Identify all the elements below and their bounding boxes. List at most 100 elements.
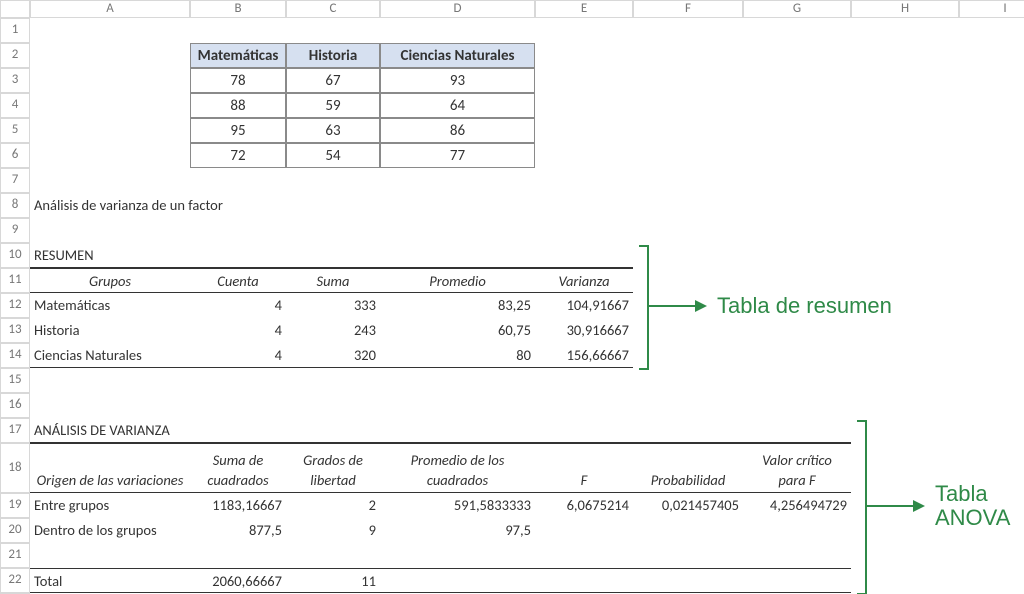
summary-value[interactable]: 243	[286, 318, 380, 343]
summary-value[interactable]: 4	[190, 318, 286, 343]
anova-header[interactable]: Grados de libertad	[286, 443, 380, 493]
row-header-8[interactable]: 8	[0, 193, 30, 218]
summary-header[interactable]: Promedio	[380, 268, 535, 293]
anova-title[interactable]: Análisis de varianza de un factor	[30, 193, 535, 218]
anova-total-value[interactable]: 2060,66667	[190, 568, 286, 593]
data-table-header[interactable]: Ciencias Naturales	[380, 43, 535, 68]
data-table-cell[interactable]: 88	[190, 93, 286, 118]
row-header-17[interactable]: 17	[0, 418, 30, 443]
data-table-cell[interactable]: 63	[286, 118, 380, 143]
column-header-A[interactable]: A	[30, 0, 190, 18]
row-header-5[interactable]: 5	[0, 118, 30, 143]
data-table-cell[interactable]: 54	[286, 143, 380, 168]
row-header-4[interactable]: 4	[0, 93, 30, 118]
anova-value[interactable]: 1183,16667	[190, 493, 286, 518]
data-table-header[interactable]: Historia	[286, 43, 380, 68]
row-header-16[interactable]: 16	[0, 393, 30, 418]
data-table-cell[interactable]: 77	[380, 143, 535, 168]
summary-group[interactable]: Matemáticas	[30, 293, 190, 318]
anova-value[interactable]: 0,021457405	[633, 493, 743, 518]
resumen-heading[interactable]: RESUMEN	[30, 243, 633, 268]
column-header-H[interactable]: H	[851, 0, 959, 18]
row-header-18[interactable]: 18	[0, 443, 30, 493]
anova-header[interactable]: Suma de cuadrados	[190, 443, 286, 493]
data-table-header[interactable]: Matemáticas	[190, 43, 286, 68]
row-header-22[interactable]: 22	[0, 568, 30, 593]
row-header-21[interactable]: 21	[0, 543, 30, 568]
row-header-15[interactable]: 15	[0, 368, 30, 393]
summary-header[interactable]: Suma	[286, 268, 380, 293]
annotation-arrow-line	[647, 305, 697, 308]
anova-total-value[interactable]: 11	[286, 568, 380, 593]
summary-value[interactable]: 4	[190, 293, 286, 318]
data-table-cell[interactable]: 93	[380, 68, 535, 93]
annotation-bracket-anova	[857, 420, 867, 594]
row-header-10[interactable]: 10	[0, 243, 30, 268]
data-table-cell[interactable]: 78	[190, 68, 286, 93]
anova-value[interactable]: 877,5	[190, 518, 286, 543]
anova-total-value[interactable]	[743, 568, 851, 593]
summary-value[interactable]: 4	[190, 343, 286, 368]
column-header-F[interactable]: F	[633, 0, 743, 18]
anova-heading[interactable]: ANÁLISIS DE VARIANZA	[30, 418, 851, 443]
column-header-E[interactable]: E	[535, 0, 633, 18]
summary-value[interactable]: 83,25	[380, 293, 535, 318]
summary-value[interactable]: 156,66667	[535, 343, 633, 368]
anova-value[interactable]: 97,5	[380, 518, 535, 543]
summary-value[interactable]: 60,75	[380, 318, 535, 343]
row-header-7[interactable]: 7	[0, 168, 30, 193]
anova-total-value[interactable]	[535, 568, 633, 593]
row-header-3[interactable]: 3	[0, 68, 30, 93]
summary-group[interactable]: Historia	[30, 318, 190, 343]
row-header-9[interactable]: 9	[0, 218, 30, 243]
summary-value[interactable]: 333	[286, 293, 380, 318]
anova-total-label[interactable]: Total	[30, 568, 190, 593]
data-table-cell[interactable]: 64	[380, 93, 535, 118]
row-header-6[interactable]: 6	[0, 143, 30, 168]
annotation-label-resumen: Tabla de resumen	[717, 294, 892, 318]
row-header-20[interactable]: 20	[0, 518, 30, 543]
column-header-B[interactable]: B	[190, 0, 286, 18]
column-header-C[interactable]: C	[286, 0, 380, 18]
summary-value[interactable]: 80	[380, 343, 535, 368]
summary-value[interactable]: 320	[286, 343, 380, 368]
anova-value[interactable]: 6,0675214	[535, 493, 633, 518]
row-header-12[interactable]: 12	[0, 293, 30, 318]
anova-header[interactable]: Valor crítico para F	[743, 443, 851, 493]
anova-header[interactable]: Probabilidad	[633, 443, 743, 493]
row-header-19[interactable]: 19	[0, 493, 30, 518]
data-table-cell[interactable]: 86	[380, 118, 535, 143]
anova-value[interactable]: 9	[286, 518, 380, 543]
summary-group[interactable]: Ciencias Naturales	[30, 343, 190, 368]
anova-total-value[interactable]	[633, 568, 743, 593]
anova-header[interactable]: Promedio de los cuadrados	[380, 443, 535, 493]
row-header-1[interactable]: 1	[0, 18, 30, 43]
row-header-14[interactable]: 14	[0, 343, 30, 368]
data-table-cell[interactable]: 59	[286, 93, 380, 118]
column-header-D[interactable]: D	[380, 0, 535, 18]
column-header-G[interactable]: G	[743, 0, 851, 18]
anova-source[interactable]: Dentro de los grupos	[30, 518, 190, 543]
spreadsheet-view[interactable]: ABCDEFGHI1234567891011121314151617181920…	[0, 0, 1024, 594]
anova-source[interactable]: Entre grupos	[30, 493, 190, 518]
data-table-cell[interactable]: 67	[286, 68, 380, 93]
data-table-cell[interactable]: 72	[190, 143, 286, 168]
row-header-13[interactable]: 13	[0, 318, 30, 343]
anova-total-value[interactable]	[380, 568, 535, 593]
summary-value[interactable]: 30,916667	[535, 318, 633, 343]
data-table-cell[interactable]: 95	[190, 118, 286, 143]
summary-value[interactable]: 104,91667	[535, 293, 633, 318]
anova-value[interactable]: 591,5833333	[380, 493, 535, 518]
row-header-2[interactable]: 2	[0, 43, 30, 68]
anova-header[interactable]: Origen de las variaciones	[30, 443, 190, 493]
summary-header[interactable]: Cuenta	[190, 268, 286, 293]
select-all-corner[interactable]	[0, 0, 30, 18]
summary-header[interactable]: Varianza	[535, 268, 633, 293]
column-header-I[interactable]: I	[959, 0, 1024, 18]
anova-header[interactable]: F	[535, 443, 633, 493]
annotation-arrow-head	[695, 300, 707, 312]
summary-header[interactable]: Grupos	[30, 268, 190, 293]
anova-value[interactable]: 4,256494729	[743, 493, 851, 518]
anova-value[interactable]: 2	[286, 493, 380, 518]
row-header-11[interactable]: 11	[0, 268, 30, 293]
